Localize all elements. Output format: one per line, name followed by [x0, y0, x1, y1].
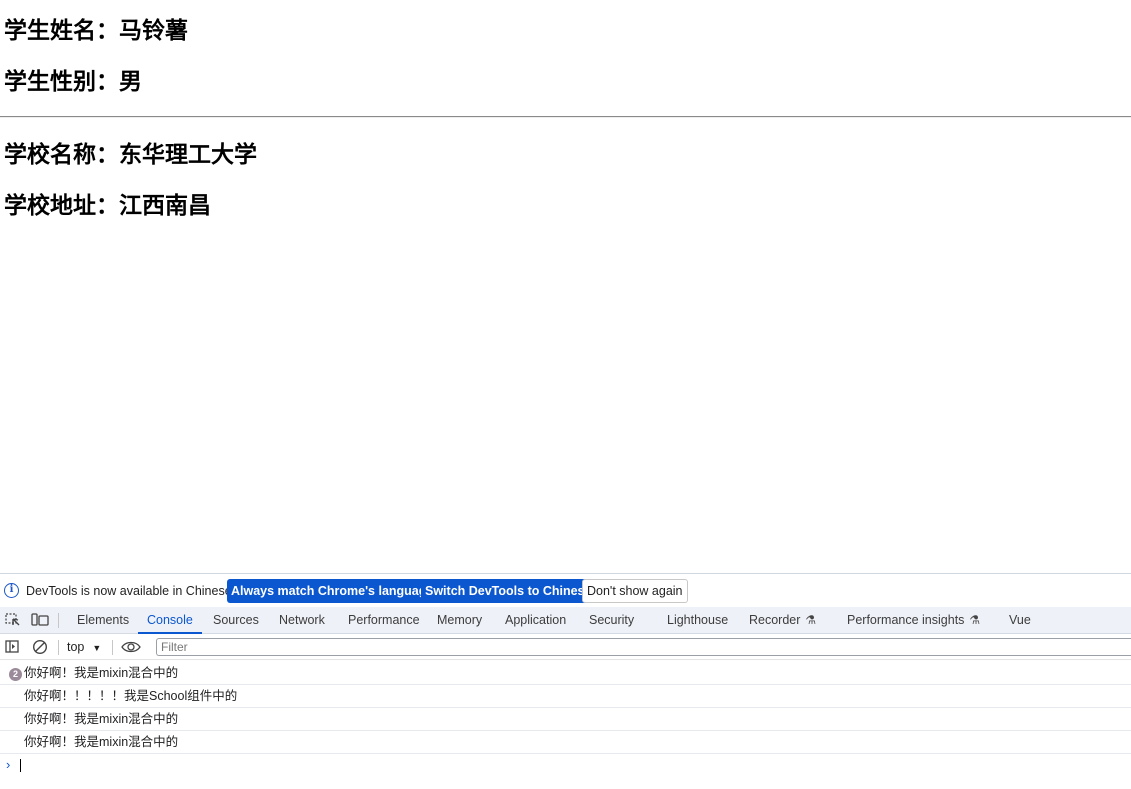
- console-message: 你好啊！！！！！我是School组件中的: [0, 685, 1131, 708]
- tab-vue[interactable]: Vue: [1009, 607, 1031, 634]
- school-name-heading: 学校名称：东华理工大学: [4, 142, 257, 168]
- console-message-text: 你好啊！！！！！我是School组件中的: [24, 689, 238, 703]
- tab-elements[interactable]: Elements: [77, 607, 129, 634]
- tab-lighthouse[interactable]: Lighthouse: [667, 607, 728, 634]
- console-message-text: 你好啊！我是mixin混合中的: [24, 666, 179, 680]
- language-infobar: i DevTools is now available in Chinese! …: [0, 574, 1131, 607]
- tab-memory[interactable]: Memory: [437, 607, 482, 634]
- context-selector[interactable]: top ▼: [67, 634, 101, 660]
- devtools-panel: i DevTools is now available in Chinese! …: [0, 573, 1131, 789]
- device-toolbar-icon[interactable]: [31, 613, 49, 627]
- toolbar-separator: [58, 640, 59, 655]
- school-address-heading: 学校地址：江西南昌: [4, 193, 211, 219]
- tab-recorder[interactable]: Recorder ⚗: [749, 607, 816, 634]
- student-name-heading: 学生姓名：马铃薯: [4, 18, 188, 44]
- tab-performance-insights-label: Performance insights: [847, 613, 965, 627]
- console-prompt[interactable]: ›: [0, 754, 1131, 776]
- clear-console-icon[interactable]: [32, 639, 48, 655]
- console-message: 你好啊！我是mixin混合中的: [0, 708, 1131, 731]
- prompt-chevron-icon: ›: [6, 757, 11, 772]
- live-expression-eye-icon[interactable]: [121, 640, 141, 654]
- console-message: 2 你好啊！我是mixin混合中的: [0, 662, 1131, 685]
- tab-sources[interactable]: Sources: [213, 607, 259, 634]
- app-page: 学生姓名：马铃薯 学生性别：男 学校名称：东华理工大学 学校地址：江西南昌: [0, 0, 1131, 573]
- devtools-tabbar: Elements Console Sources Network Perform…: [0, 607, 1131, 634]
- tab-performance[interactable]: Performance: [348, 607, 420, 634]
- tab-recorder-label: Recorder: [749, 613, 801, 627]
- divider: [0, 116, 1131, 118]
- student-gender-heading: 学生性别：男: [4, 69, 142, 95]
- flask-icon: ⚗: [805, 613, 817, 627]
- switch-to-chinese-button[interactable]: Switch DevTools to Chinese: [421, 579, 596, 603]
- console-messages: 2 你好啊！我是mixin混合中的 你好啊！！！！！我是School组件中的 你…: [0, 662, 1131, 776]
- console-message-text: 你好啊！我是mixin混合中的: [24, 712, 179, 726]
- tab-security[interactable]: Security: [589, 607, 634, 634]
- repeat-count-badge: 2: [9, 668, 22, 681]
- tab-performance-insights[interactable]: Performance insights ⚗: [847, 607, 980, 634]
- toolbar-separator: [112, 640, 113, 655]
- console-message: 你好啊！我是mixin混合中的: [0, 731, 1131, 754]
- inspect-element-icon[interactable]: [5, 613, 21, 627]
- dont-show-again-button[interactable]: Don't show again: [582, 579, 688, 603]
- console-toolbar: top ▼ Filter: [0, 634, 1131, 660]
- toolbar-separator: [58, 613, 59, 628]
- infobar-message: DevTools is now available in Chinese!: [26, 584, 236, 598]
- tab-network[interactable]: Network: [279, 607, 325, 634]
- context-selector-label: top: [67, 640, 85, 654]
- flask-icon: ⚗: [969, 613, 981, 627]
- console-message-text: 你好啊！我是mixin混合中的: [24, 735, 179, 749]
- sidebar-toggle-icon[interactable]: [5, 640, 21, 654]
- console-filter-input[interactable]: Filter: [156, 638, 1131, 656]
- text-cursor: [20, 759, 21, 772]
- tab-application[interactable]: Application: [505, 607, 566, 634]
- chevron-down-icon: ▼: [92, 643, 102, 653]
- tab-console[interactable]: Console: [138, 607, 202, 634]
- always-match-language-button[interactable]: Always match Chrome's language: [227, 579, 438, 603]
- info-icon: i: [4, 583, 19, 598]
